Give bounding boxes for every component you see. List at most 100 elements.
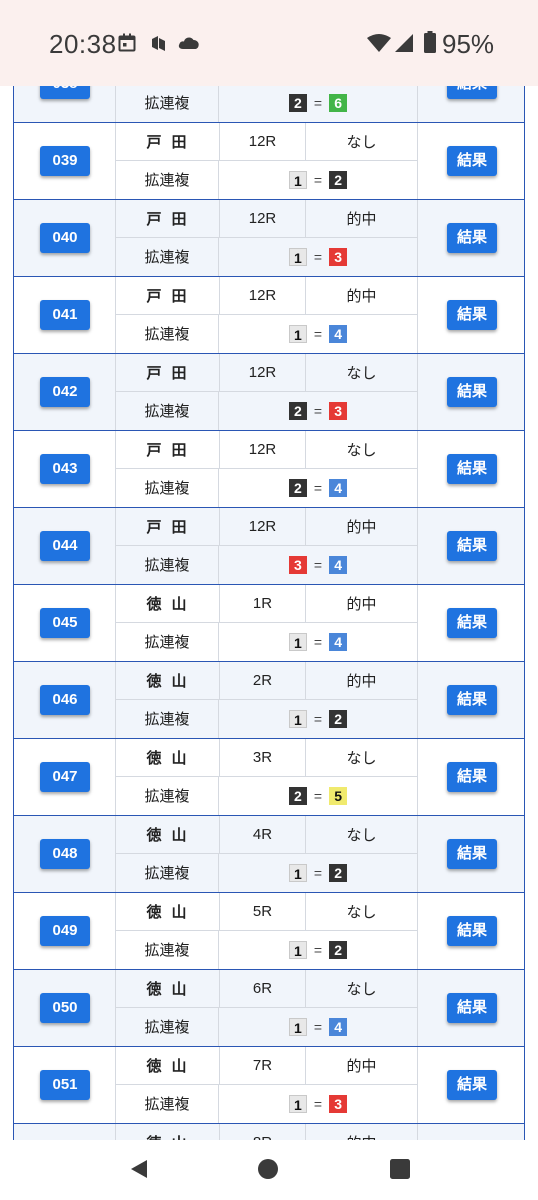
ticket-id-button[interactable]: 040 bbox=[40, 223, 90, 253]
combination-separator: = bbox=[313, 711, 323, 727]
results-list[interactable]: 038拡連複2=6結果039戸田12Rなし拡連複1=2結果040戸田12R的中拡… bbox=[0, 86, 538, 1140]
race-info: 徳山 7R 的中 拡連複 1 = 3 bbox=[116, 1047, 417, 1123]
boat-number-second: 2 bbox=[329, 171, 348, 189]
ticket-id-button[interactable]: 042 bbox=[40, 377, 90, 407]
race-line: 戸田 12R 的中 bbox=[116, 508, 417, 546]
result-cell: 結果 bbox=[417, 816, 525, 892]
boat-number-second: 4 bbox=[329, 633, 348, 651]
result-button[interactable]: 結果 bbox=[447, 531, 497, 561]
ticket-id-button[interactable]: 047 bbox=[40, 762, 90, 792]
result-button[interactable]: 結果 bbox=[447, 377, 497, 407]
venue-name: 徳山 bbox=[116, 1124, 219, 1140]
table-row: 050 徳山 6R なし 拡連複 1 = 4 結果 bbox=[13, 969, 525, 1046]
result-cell: 結果 bbox=[417, 662, 525, 738]
ticket-id-button[interactable]: 048 bbox=[40, 839, 90, 869]
battery-percent: 95% bbox=[442, 29, 495, 59]
result-button[interactable]: 結果 bbox=[447, 146, 497, 176]
bet-line: 拡連複 1 = 3 bbox=[116, 1085, 417, 1123]
race-info: 徳山 6R なし 拡連複 1 = 4 bbox=[116, 970, 417, 1046]
home-icon[interactable] bbox=[257, 1158, 279, 1180]
boat-number-second: 2 bbox=[329, 710, 348, 728]
id-cell bbox=[14, 1124, 116, 1140]
status-time: 20:38 bbox=[49, 29, 117, 59]
venue-name: 戸田 bbox=[146, 441, 197, 459]
race-info: 戸田 12R なし 拡連複 2 = 4 bbox=[116, 431, 417, 507]
table-row: 038 拡連複 2 = 6 結果 bbox=[13, 86, 525, 122]
ticket-id-button[interactable]: 049 bbox=[40, 916, 90, 946]
boat-number-first: 1 bbox=[288, 633, 307, 651]
race-number: 8R bbox=[219, 1124, 306, 1140]
result-button[interactable]: 結果 bbox=[447, 608, 497, 638]
boat-number-first: 2 bbox=[288, 94, 307, 112]
id-cell: 050 bbox=[14, 970, 116, 1046]
ticket-id-button[interactable]: 041 bbox=[40, 300, 90, 330]
boat-number-second: 5 bbox=[329, 787, 348, 805]
race-number: 12R bbox=[219, 354, 306, 392]
boat-combination: 1 = 2 bbox=[219, 700, 417, 738]
signal-icon bbox=[395, 34, 413, 52]
ticket-id-button[interactable]: 038 bbox=[40, 86, 90, 99]
result-button[interactable]: 結果 bbox=[447, 839, 497, 869]
back-icon[interactable] bbox=[128, 1158, 150, 1180]
bet-type: 拡連複 bbox=[116, 777, 219, 815]
ticket-id-button[interactable]: 051 bbox=[40, 1070, 90, 1100]
result-button[interactable]: 結果 bbox=[447, 762, 497, 792]
race-number: 2R bbox=[219, 662, 306, 700]
id-cell: 045 bbox=[14, 585, 116, 661]
table-row: 045 徳山 1R 的中 拡連複 1 = 4 結果 bbox=[13, 584, 525, 661]
boat-number-first: 1 bbox=[288, 710, 307, 728]
boat-combination: 1 = 4 bbox=[219, 315, 417, 353]
bet-type: 拡連複 bbox=[116, 1008, 219, 1046]
bet-type: 拡連複 bbox=[116, 238, 219, 276]
result-button[interactable]: 結果 bbox=[447, 86, 497, 99]
ticket-id-button[interactable]: 046 bbox=[40, 685, 90, 715]
race-info: 徳山8R的中 bbox=[116, 1124, 417, 1140]
race-line: 戸田 12R なし bbox=[116, 354, 417, 392]
boat-number-first: 2 bbox=[288, 402, 307, 420]
boat-combination: 1 = 2 bbox=[219, 161, 417, 199]
venue-name: 徳山 bbox=[146, 595, 197, 613]
ticket-id-button[interactable]: 045 bbox=[40, 608, 90, 638]
ticket-id-button[interactable]: 044 bbox=[40, 531, 90, 561]
result-button[interactable]: 結果 bbox=[447, 1070, 497, 1100]
ticket-id-button[interactable]: 039 bbox=[40, 146, 90, 176]
bet-line: 拡連複 1 = 4 bbox=[116, 1008, 417, 1046]
table-row: 044 戸田 12R 的中 拡連複 3 = 4 結果 bbox=[13, 507, 525, 584]
boat-number-first: 1 bbox=[288, 1095, 307, 1113]
race-info: 徳山 1R 的中 拡連複 1 = 4 bbox=[116, 585, 417, 661]
boat-combination: 2 = 3 bbox=[219, 392, 417, 430]
ticket-id-button[interactable]: 050 bbox=[40, 993, 90, 1023]
boat-number-first: 2 bbox=[288, 787, 307, 805]
bet-line: 拡連複 1 = 2 bbox=[116, 854, 417, 892]
table-row: 051 徳山 7R 的中 拡連複 1 = 3 結果 bbox=[13, 1046, 525, 1123]
race-number: 7R bbox=[219, 1047, 306, 1085]
outcome-status: 的中 bbox=[346, 287, 377, 305]
venue-name: 徳山 bbox=[146, 749, 197, 767]
race-info: 戸田 12R 的中 拡連複 1 = 3 bbox=[116, 200, 417, 276]
race-line: 徳山 4R なし bbox=[116, 816, 417, 854]
id-cell: 038 bbox=[14, 86, 116, 122]
bet-line: 拡連複 2 = 4 bbox=[116, 469, 417, 507]
result-button[interactable]: 結果 bbox=[447, 993, 497, 1023]
result-button[interactable]: 結果 bbox=[447, 223, 497, 253]
boat-combination: 1 = 3 bbox=[219, 1085, 417, 1123]
result-cell: 結果 bbox=[417, 431, 525, 507]
race-info: 戸田 12R なし 拡連複 2 = 3 bbox=[116, 354, 417, 430]
combination-separator: = bbox=[313, 557, 323, 573]
recents-icon[interactable] bbox=[389, 1158, 411, 1180]
combination-separator: = bbox=[313, 1096, 323, 1112]
result-button[interactable]: 結果 bbox=[447, 300, 497, 330]
bet-type: 拡連複 bbox=[116, 392, 219, 430]
venue-name: 戸田 bbox=[146, 133, 197, 151]
result-button[interactable]: 結果 bbox=[447, 916, 497, 946]
result-cell: 結果 bbox=[417, 200, 525, 276]
result-button[interactable]: 結果 bbox=[447, 685, 497, 715]
id-cell: 049 bbox=[14, 893, 116, 969]
result-button[interactable]: 結果 bbox=[447, 454, 497, 484]
venue-name: 戸田 bbox=[146, 210, 197, 228]
race-info: 徳山 2R 的中 拡連複 1 = 2 bbox=[116, 662, 417, 738]
id-cell: 042 bbox=[14, 354, 116, 430]
ticket-id-button[interactable]: 043 bbox=[40, 454, 90, 484]
app-notification-icon bbox=[152, 36, 165, 51]
boat-number-second: 6 bbox=[329, 94, 348, 112]
